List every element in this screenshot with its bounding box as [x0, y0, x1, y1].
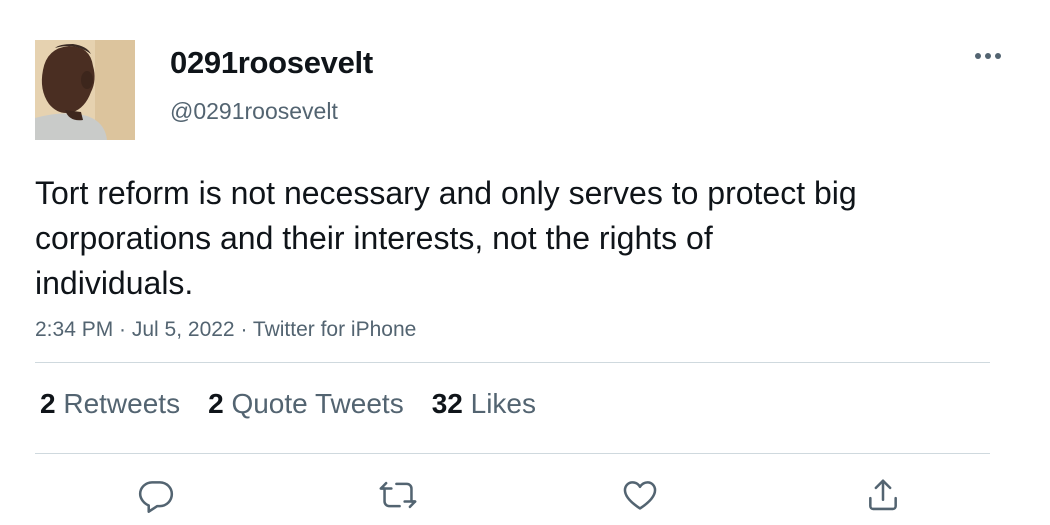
display-name[interactable]: 0291roosevelt: [170, 44, 373, 82]
retweets-stat[interactable]: 2 Retweets: [40, 385, 180, 423]
reply-button[interactable]: [131, 470, 181, 520]
tweet-metadata[interactable]: 2:34 PM · Jul 5, 2022 · Twitter for iPho…: [35, 316, 416, 344]
more-dots-icon: [975, 53, 1001, 59]
likes-label: Likes: [470, 388, 537, 419]
divider: [35, 453, 990, 454]
share-icon: [869, 479, 897, 511]
retweet-button[interactable]: [373, 470, 423, 520]
quote-tweets-count: 2: [208, 388, 224, 419]
likes-count: 32: [431, 388, 463, 419]
quote-tweets-label: Quote Tweets: [231, 388, 404, 419]
reply-icon: [138, 481, 174, 513]
like-icon: [623, 481, 657, 510]
divider: [35, 362, 990, 363]
tweet-text: Tort reform is not necessary and only se…: [35, 175, 857, 301]
likes-stat[interactable]: 32 Likes: [432, 385, 536, 423]
avatar[interactable]: [35, 40, 135, 140]
tweet-actions-bar: [0, 470, 1050, 520]
share-button[interactable]: [858, 470, 908, 520]
retweet-icon: [379, 481, 417, 509]
more-options-button[interactable]: [970, 44, 1006, 68]
engagement-stats: 2 Retweets 2 Quote Tweets 32 Likes: [40, 385, 564, 423]
avatar-image: [35, 40, 135, 140]
quote-tweets-stat[interactable]: 2 Quote Tweets: [208, 385, 404, 423]
like-button[interactable]: [615, 470, 665, 520]
retweets-count: 2: [40, 388, 56, 419]
retweets-label: Retweets: [63, 388, 181, 419]
user-handle[interactable]: @0291roosevelt: [170, 96, 338, 126]
